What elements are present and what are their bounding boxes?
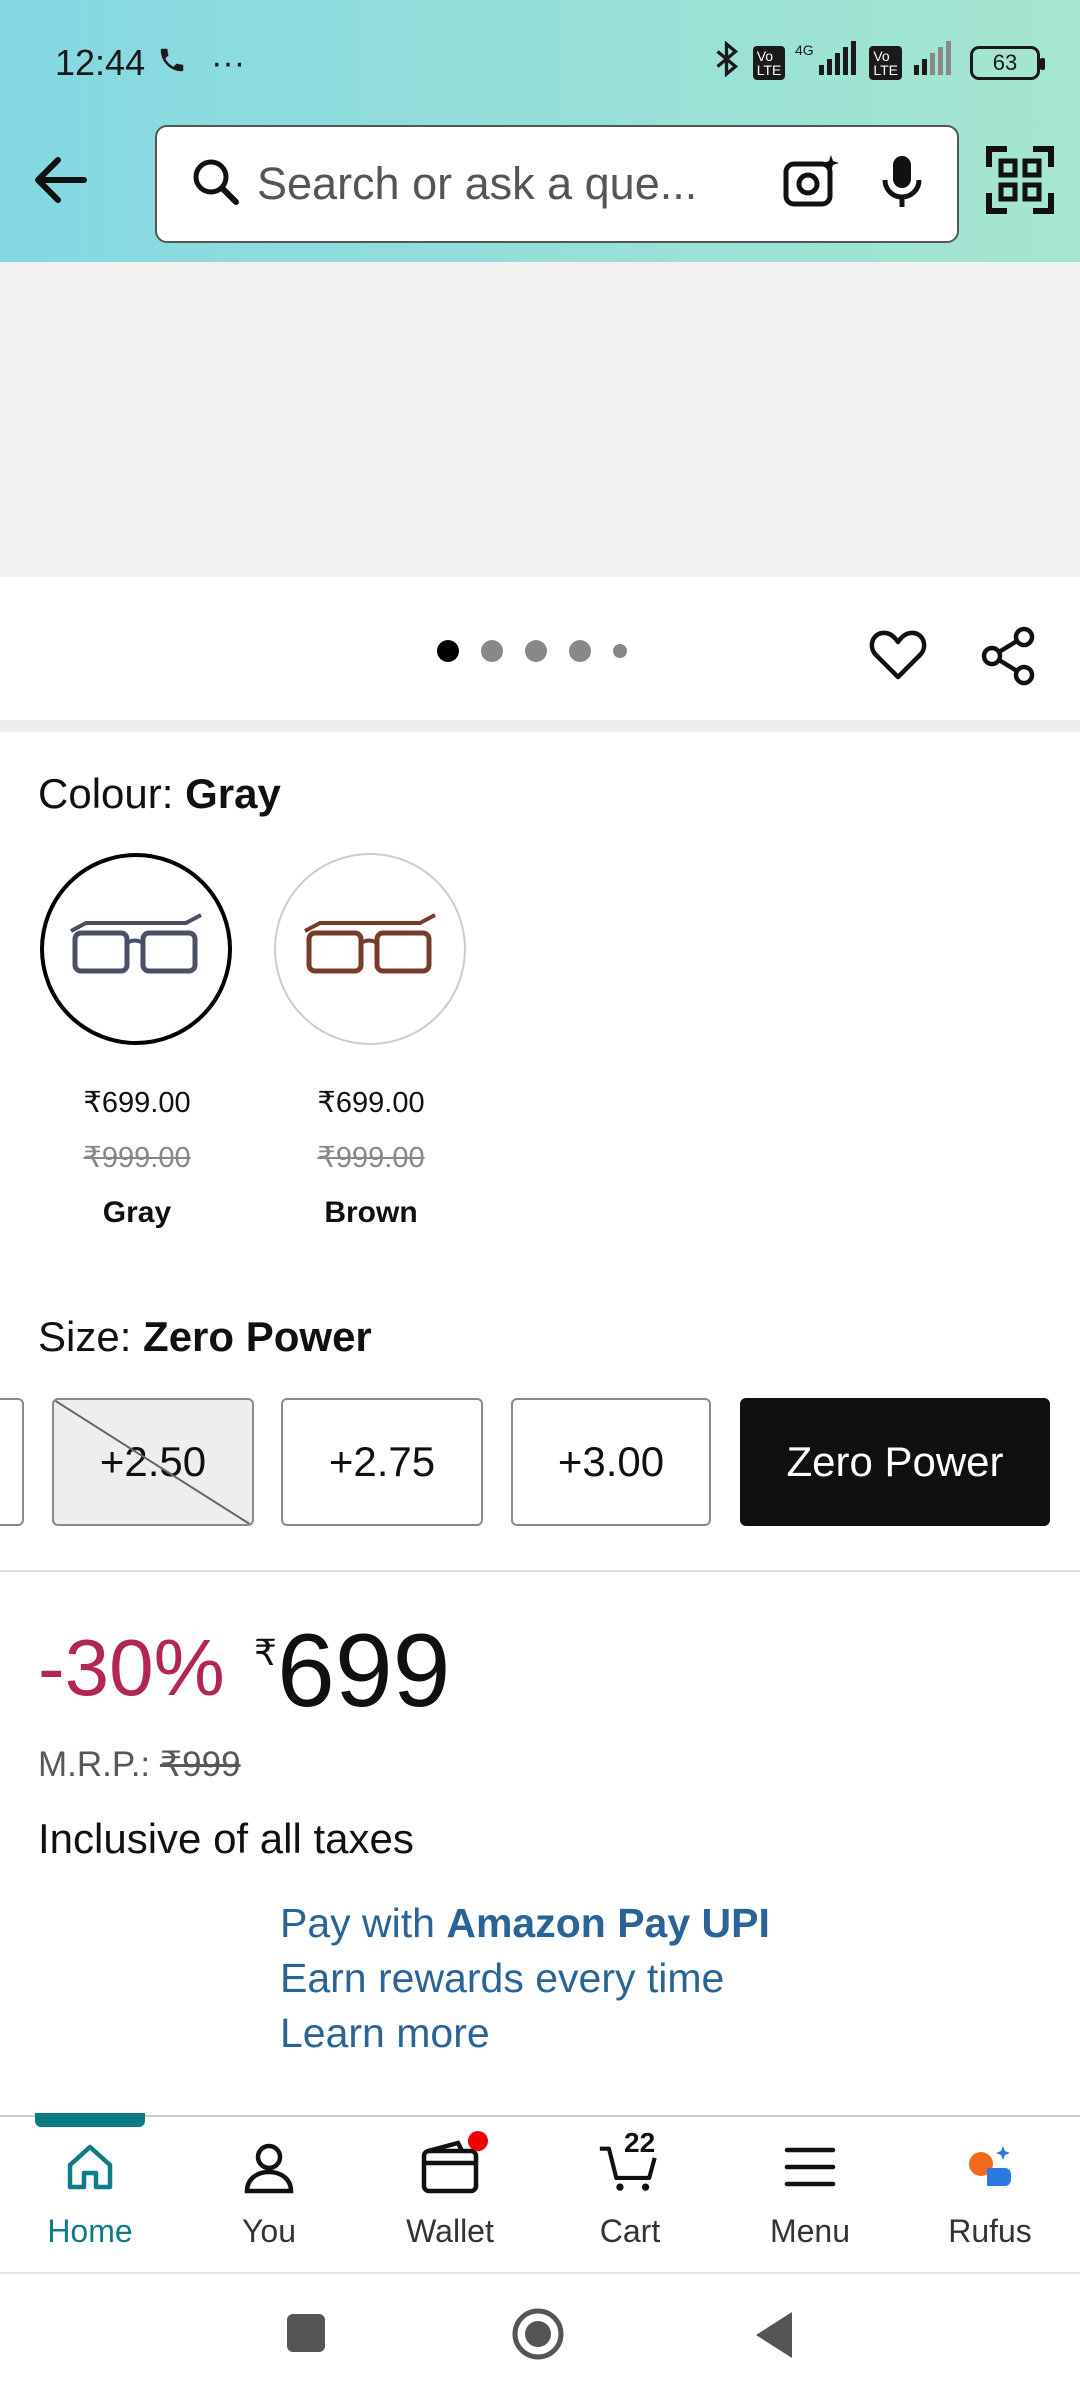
home-system-button[interactable] xyxy=(511,2307,565,2366)
unavailable-strike xyxy=(54,1400,252,1524)
learn-more-link[interactable]: Learn more xyxy=(280,2006,770,2061)
nav-home-label: Home xyxy=(47,2213,133,2249)
home-icon xyxy=(58,2135,122,2199)
mrp-label: M.R.P.: xyxy=(38,1745,151,1784)
section-divider xyxy=(0,720,1080,732)
carousel-dot[interactable] xyxy=(481,640,503,662)
amazon-pay-brand: Amazon Pay UPI xyxy=(446,1900,770,1946)
microphone-icon[interactable] xyxy=(877,152,927,217)
search-input[interactable]: Search or ask a que... xyxy=(257,158,781,210)
status-bar: 12:44 ··· Vo LTE 4G Vo LTE 63 xyxy=(55,38,1045,88)
signal-icon xyxy=(912,40,960,86)
carousel-dot[interactable] xyxy=(569,640,591,662)
nav-wallet[interactable]: Wallet xyxy=(370,2131,530,2255)
nav-rufus-label: Rufus xyxy=(948,2213,1032,2249)
app-header: 12:44 ··· Vo LTE 4G Vo LTE 63 Search or as… xyxy=(0,0,1080,262)
glasses-brown-image xyxy=(304,913,436,974)
mrp-line: M.R.P.: ₹999 xyxy=(38,1745,241,1785)
amazon-pay-promo[interactable]: Pay with Amazon Pay UPI Earn rewards eve… xyxy=(280,1896,770,2061)
bluetooth-icon xyxy=(713,39,743,86)
cart-icon: 22 xyxy=(598,2127,662,2199)
size-option[interactable]: +2.75 xyxy=(281,1398,483,1526)
amazon-pay-line1: Pay with Amazon Pay UPI xyxy=(280,1896,770,1951)
battery-level: 63 xyxy=(992,50,1018,75)
colour-option-mrp: ₹999.00 xyxy=(317,1142,425,1174)
product-image-area[interactable] xyxy=(0,262,1080,577)
nav-cart[interactable]: 22 Cart xyxy=(550,2127,710,2255)
rufus-icon xyxy=(958,2135,1022,2199)
size-label-text: Size: xyxy=(38,1313,132,1360)
colour-label-text: Colour: xyxy=(38,770,174,817)
share-icon[interactable] xyxy=(978,625,1040,687)
colour-option-mrp: ₹999.00 xyxy=(83,1142,191,1174)
nav-wallet-label: Wallet xyxy=(406,2213,494,2249)
nav-menu[interactable]: Menu xyxy=(730,2135,890,2255)
colour-swatch-gray[interactable] xyxy=(40,853,232,1045)
active-tab-indicator xyxy=(35,2113,145,2127)
mrp-value: ₹999 xyxy=(159,1745,241,1784)
amazon-pay-line2: Earn rewards every time xyxy=(280,1955,725,2001)
size-option-unavailable[interactable]: +2.50 xyxy=(52,1398,254,1526)
discount-percent: -30% xyxy=(38,1623,225,1712)
search-bar[interactable]: Search or ask a que... xyxy=(155,125,959,243)
size-option-label: Zero Power xyxy=(786,1438,1004,1485)
hamburger-menu-icon xyxy=(778,2135,842,2199)
colour-option-name: Gray xyxy=(102,1196,172,1229)
carousel-dots xyxy=(437,640,627,662)
glasses-gray-image xyxy=(70,913,202,974)
search-icon xyxy=(189,155,243,214)
wallet-notification-dot xyxy=(468,2131,488,2151)
taxes-note: Inclusive of all taxes xyxy=(38,1815,414,1862)
back-button[interactable] xyxy=(28,150,94,210)
nav-you[interactable]: You xyxy=(189,2135,349,2255)
colour-option-name: Brown xyxy=(324,1196,418,1229)
qr-scan-icon[interactable] xyxy=(985,145,1055,215)
phone-call-icon xyxy=(157,42,187,84)
wallet-icon xyxy=(418,2131,488,2199)
signal-4g-icon: 4G xyxy=(795,40,859,86)
currency-symbol: ₹ xyxy=(254,1632,277,1673)
nav-cart-label: Cart xyxy=(599,2213,661,2249)
nav-home[interactable]: Home xyxy=(10,2135,170,2255)
price-value: 699 xyxy=(277,1613,451,1729)
carousel-dot[interactable] xyxy=(437,640,459,662)
camera-lens-icon[interactable] xyxy=(781,152,841,217)
more-notifications-icon: ··· xyxy=(211,43,246,82)
size-label: Size: Zero Power xyxy=(38,1313,372,1361)
status-time: 12:44 xyxy=(55,42,146,83)
recents-button[interactable] xyxy=(287,2314,325,2352)
svg-text:4G: 4G xyxy=(795,42,814,58)
size-option-selected[interactable]: Zero Power xyxy=(740,1398,1050,1526)
person-icon xyxy=(237,2135,301,2199)
volte-icon: Vo LTE xyxy=(752,46,786,80)
wishlist-heart-icon[interactable] xyxy=(868,625,928,685)
amazon-pay-prefix: Pay with xyxy=(280,1900,447,1946)
colour-label: Colour: Gray xyxy=(38,770,281,818)
colour-selected-value: Gray xyxy=(185,770,281,817)
cart-count: 22 xyxy=(624,2127,656,2158)
nav-rufus[interactable]: Rufus xyxy=(910,2135,1070,2255)
nav-you-label: You xyxy=(242,2213,296,2249)
carousel-dot[interactable] xyxy=(613,644,627,658)
colour-option-price: ₹699.00 xyxy=(317,1087,425,1119)
size-option-partial[interactable] xyxy=(0,1398,24,1526)
size-option-label: +3.00 xyxy=(557,1438,665,1485)
system-nav-bar xyxy=(0,2272,1080,2400)
size-option[interactable]: +3.00 xyxy=(511,1398,711,1526)
back-system-button[interactable] xyxy=(752,2310,794,2365)
colour-option-price: ₹699.00 xyxy=(83,1087,191,1119)
nav-menu-label: Menu xyxy=(769,2213,851,2249)
size-selected-value: Zero Power xyxy=(143,1313,372,1360)
section-divider xyxy=(0,1570,1080,1572)
volte-icon-2: Vo LTE xyxy=(869,46,902,80)
carousel-dot[interactable] xyxy=(525,640,547,662)
colour-swatch-brown[interactable] xyxy=(274,853,466,1045)
battery-icon: 63 xyxy=(970,46,1045,80)
size-option-label: +2.75 xyxy=(328,1438,436,1485)
